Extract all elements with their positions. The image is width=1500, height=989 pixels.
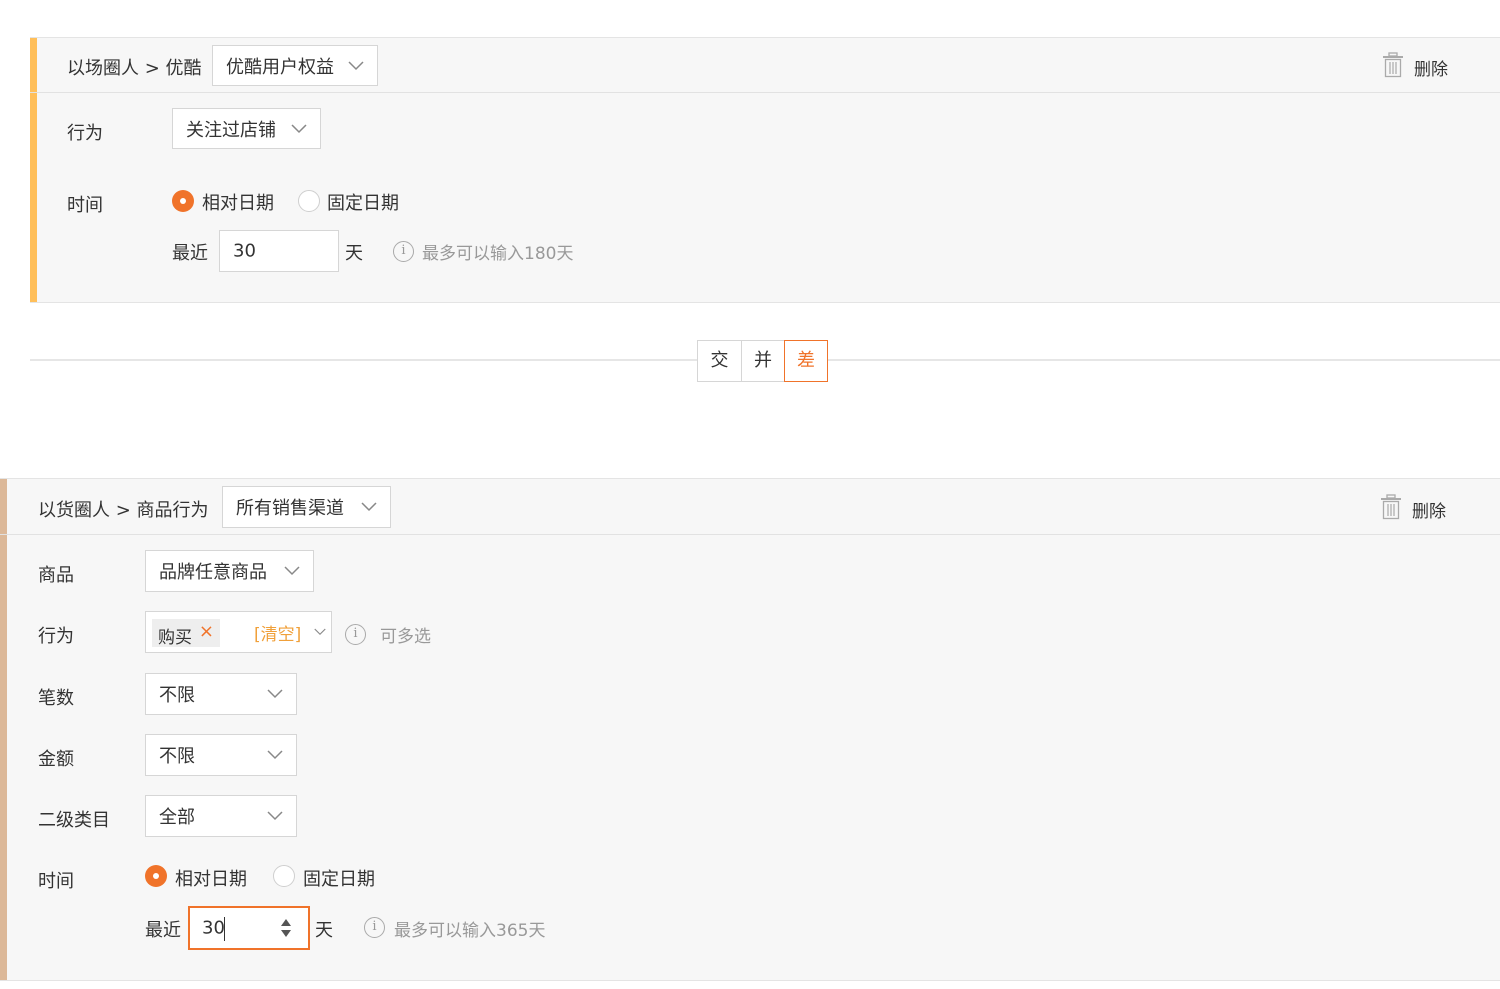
- info-icon: i: [364, 917, 385, 938]
- days-input[interactable]: 30: [219, 230, 339, 272]
- channel-select[interactable]: 所有销售渠道: [222, 486, 391, 528]
- behavior-multiselect[interactable]: 购买 × [清空]: [145, 611, 332, 653]
- product-select[interactable]: 品牌任意商品: [145, 550, 314, 592]
- clear-link[interactable]: [清空]: [254, 620, 301, 645]
- amount-label: 金额: [38, 749, 74, 770]
- card-header: 以货圈人 > 商品行为 所有销售渠道 删除: [0, 479, 1500, 535]
- days-unit: 天: [345, 243, 363, 264]
- divider-line-left: [30, 359, 698, 361]
- days-input-value: 30: [202, 917, 225, 939]
- info-icon: i: [393, 241, 414, 262]
- behavior-tag-label: 购买: [158, 628, 192, 648]
- chevron-down-icon: [284, 566, 300, 576]
- text-cursor: [224, 917, 225, 941]
- operator-union[interactable]: 并: [741, 340, 785, 382]
- radio-fixed-date[interactable]: [273, 865, 295, 887]
- recent-label: 最近: [145, 920, 181, 941]
- radio-fixed-date-label[interactable]: 固定日期: [327, 189, 399, 215]
- days-input-value: 30: [233, 240, 256, 262]
- chevron-down-icon: [348, 60, 364, 70]
- chevron-down-icon: [267, 689, 283, 699]
- divider-line-right: [828, 359, 1500, 361]
- behavior-label: 行为: [38, 626, 74, 647]
- condition-card-product: 以货圈人 > 商品行为 所有销售渠道 删除 商品 品牌任意商品 行为 购买 ×: [0, 478, 1500, 981]
- count-select-value: 不限: [159, 685, 195, 706]
- radio-relative-date[interactable]: [145, 865, 167, 887]
- time-label: 时间: [67, 195, 103, 216]
- time-label: 时间: [38, 871, 74, 892]
- behavior-tag: 购买 ×: [152, 619, 220, 648]
- stepper-arrows-icon[interactable]: [280, 917, 292, 939]
- operator-intersect[interactable]: 交: [697, 340, 742, 382]
- category-select[interactable]: 优酷用户权益: [212, 45, 378, 86]
- radio-relative-date-label[interactable]: 相对日期: [202, 189, 274, 215]
- condition-card-venue: 以场圈人 > 优酷 优酷用户权益 删除 行为 关注过店铺 时间 相对日期 固定日…: [30, 37, 1500, 303]
- behavior-select[interactable]: 关注过店铺: [172, 108, 321, 149]
- days-hint: 最多可以输入365天: [394, 921, 546, 941]
- count-select[interactable]: 不限: [145, 673, 297, 715]
- count-label: 笔数: [38, 688, 74, 709]
- trash-icon: [1383, 52, 1403, 78]
- delete-button[interactable]: 删除: [1382, 52, 1462, 80]
- product-select-value: 品牌任意商品: [159, 562, 267, 583]
- operator-difference[interactable]: 差: [784, 340, 828, 382]
- days-input[interactable]: 30: [188, 906, 310, 950]
- chevron-down-icon: [361, 502, 377, 512]
- tag-remove-icon[interactable]: ×: [199, 621, 214, 642]
- amount-select[interactable]: 不限: [145, 734, 297, 776]
- radio-relative-date-label[interactable]: 相对日期: [175, 865, 247, 891]
- radio-fixed-date[interactable]: [298, 190, 320, 212]
- card-accent-bar: [0, 479, 7, 980]
- days-unit: 天: [315, 920, 333, 941]
- category-select-value: 优酷用户权益: [226, 56, 334, 78]
- delete-label: 删除: [1412, 502, 1446, 522]
- breadcrumb: 以场圈人 > 优酷: [67, 58, 202, 79]
- chevron-down-icon: [314, 628, 326, 636]
- delete-button[interactable]: 删除: [1380, 494, 1460, 522]
- delete-label: 删除: [1414, 60, 1448, 80]
- subcategory-select[interactable]: 全部: [145, 795, 297, 837]
- behavior-select-value: 关注过店铺: [186, 119, 276, 141]
- behavior-label: 行为: [67, 123, 103, 144]
- chevron-down-icon: [291, 123, 307, 133]
- amount-select-value: 不限: [159, 746, 195, 767]
- trash-icon: [1381, 494, 1401, 520]
- days-hint: 最多可以输入180天: [422, 244, 574, 264]
- recent-label: 最近: [172, 243, 208, 264]
- multi-select-hint: 可多选: [380, 627, 431, 647]
- product-label: 商品: [38, 565, 74, 586]
- info-icon: i: [345, 624, 366, 645]
- channel-select-value: 所有销售渠道: [236, 498, 344, 519]
- radio-relative-date[interactable]: [172, 190, 194, 212]
- radio-fixed-date-label[interactable]: 固定日期: [303, 865, 375, 891]
- subcategory-label: 二级类目: [38, 810, 110, 831]
- chevron-down-icon: [267, 811, 283, 821]
- card-header: 以场圈人 > 优酷 优酷用户权益 删除: [30, 38, 1500, 93]
- subcategory-select-value: 全部: [159, 807, 195, 828]
- breadcrumb: 以货圈人 > 商品行为: [38, 500, 209, 521]
- chevron-down-icon: [267, 750, 283, 760]
